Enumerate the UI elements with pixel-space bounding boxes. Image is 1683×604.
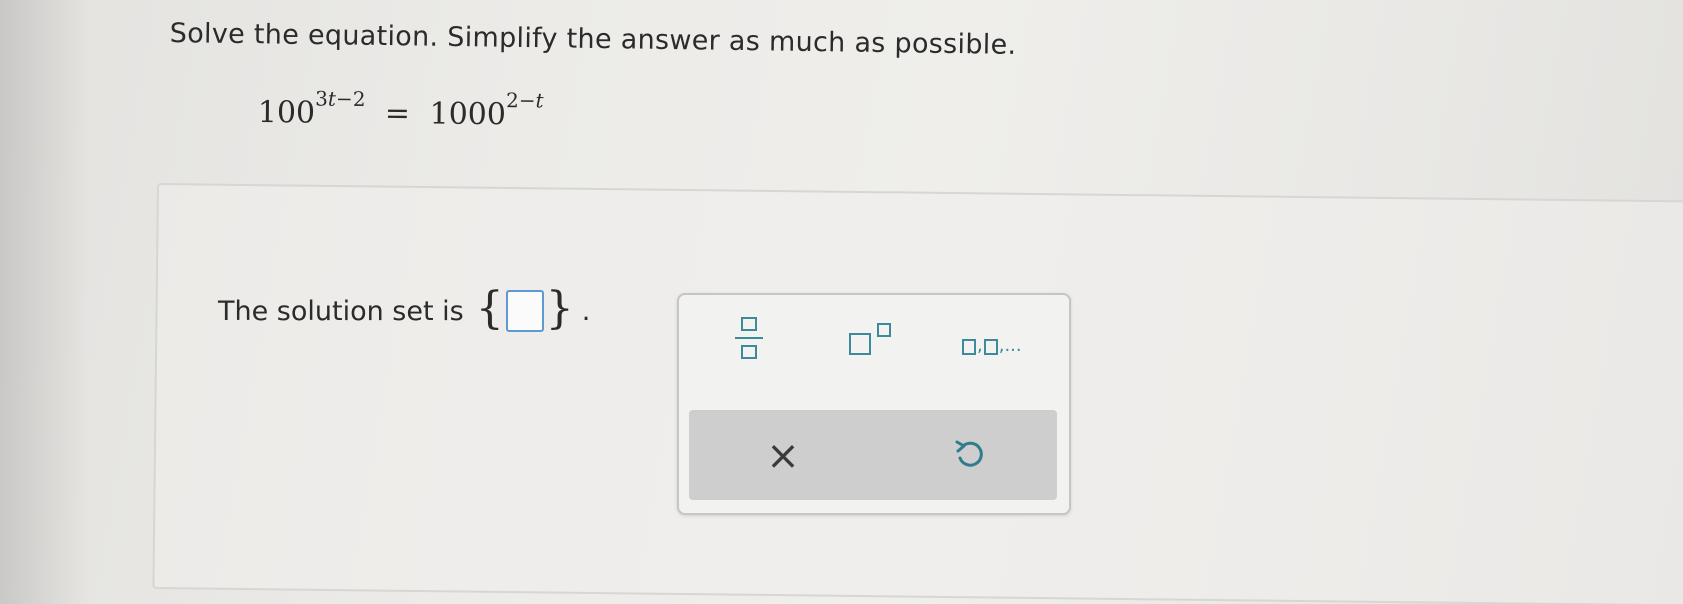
fraction-icon[interactable] (735, 315, 763, 363)
math-keypad: , ,... × (677, 293, 1071, 515)
fraction-bar (735, 337, 763, 339)
undo-icon-graphic (955, 440, 983, 467)
photo-shadow (0, 0, 90, 604)
solution-line: The solution set is { } . (218, 283, 591, 334)
brace-close: } (545, 283, 574, 334)
list-comma: , (977, 335, 983, 356)
fraction-denominator-box (741, 345, 757, 359)
brace-open: { (475, 283, 504, 334)
equation: 1003t−2 = 10002−t (257, 86, 544, 133)
exponent-icon[interactable] (849, 321, 899, 361)
lhs-base: 100 (257, 94, 316, 131)
keypad-action-bar: × (689, 410, 1057, 500)
period: . (581, 295, 591, 327)
list-box-1 (962, 339, 976, 355)
exponent-power-box (877, 323, 891, 337)
equals-sign: = (384, 96, 411, 132)
list-icon[interactable]: , ,... (962, 325, 1042, 355)
rhs-base: 1000 (429, 96, 507, 133)
answer-input[interactable] (505, 290, 544, 332)
undo-icon[interactable] (951, 436, 991, 476)
list-ellipsis: ,... (998, 335, 1022, 356)
exponent-base-box (849, 333, 871, 355)
solution-label: The solution set is (218, 295, 464, 327)
lhs-exponent: 3t−2 (315, 86, 366, 111)
rhs-exponent: 2−t (505, 88, 544, 113)
question-prompt: Solve the equation. Simplify the answer … (169, 18, 1017, 61)
list-box-2 (983, 339, 998, 355)
fraction-numerator-box (741, 317, 757, 331)
clear-button[interactable]: × (761, 434, 805, 478)
